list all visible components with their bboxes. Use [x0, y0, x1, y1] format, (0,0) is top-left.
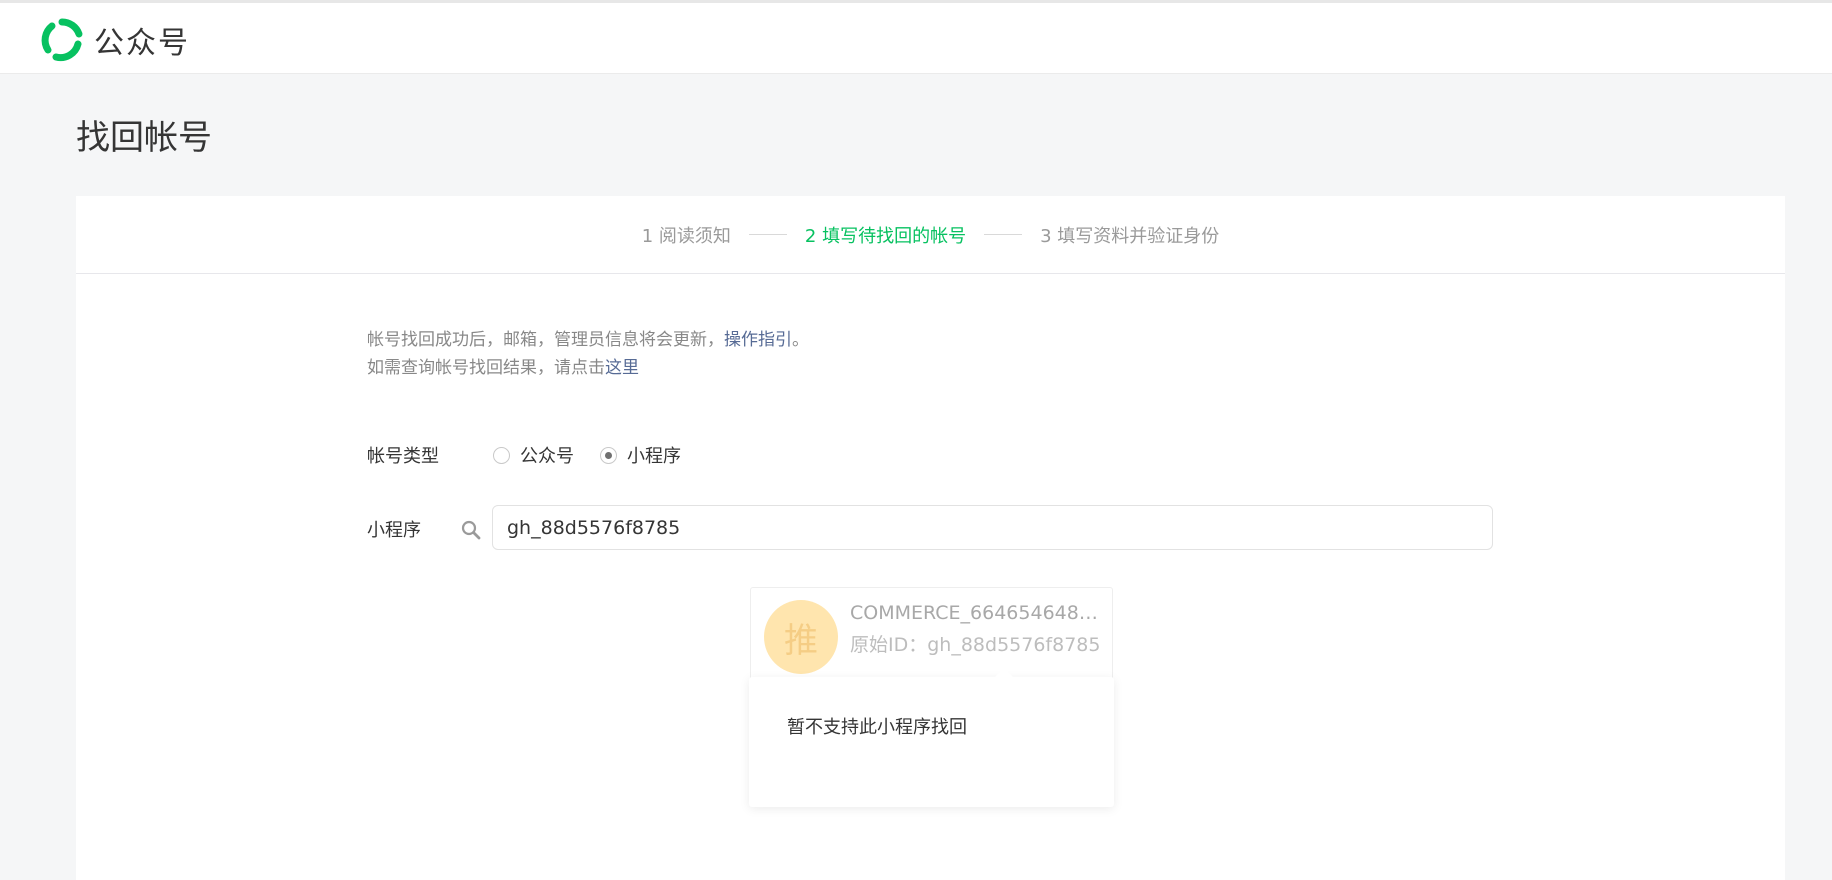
notice-line-2: 如需查询帐号找回结果，请点击这里 — [367, 354, 809, 382]
avatar: 推 — [764, 600, 838, 674]
top-bar: 公众号 — [0, 0, 1832, 74]
wechat-official-account-logo-icon — [41, 18, 83, 62]
notice-line-1: 帐号找回成功后，邮箱，管理员信息将会更新，操作指引。 — [367, 326, 809, 354]
step-divider — [984, 234, 1023, 235]
unsupported-tooltip: 暂不支持此小程序找回 — [749, 668, 1114, 807]
logo[interactable]: 公众号 — [40, 18, 190, 62]
query-result-link[interactable]: 这里 — [605, 358, 639, 378]
step-1: 1 阅读须知 — [641, 225, 731, 247]
radio-mini-program[interactable]: 小程序 — [600, 442, 681, 468]
notice-line-2-text: 如需查询帐号找回结果，请点击 — [367, 358, 605, 378]
page-title: 找回帐号 — [76, 118, 212, 158]
mini-program-search-input[interactable] — [492, 505, 1493, 550]
search-icon[interactable] — [460, 519, 482, 541]
step-indicator: 1 阅读须知 2 填写待找回的帐号 3 填写资料并验证身份 — [76, 196, 1785, 274]
search-result-item[interactable]: 推 COMMERCE_6646546488... 原始ID：gh_88d5576… — [750, 587, 1113, 683]
radio-official-account[interactable]: 公众号 — [493, 442, 574, 468]
step-3: 3 填写资料并验证身份 — [1040, 225, 1220, 247]
logo-text: 公众号 — [94, 26, 190, 61]
tooltip-message: 暂不支持此小程序找回 — [787, 717, 967, 738]
radio-label: 公众号 — [520, 446, 574, 467]
result-original-id: 原始ID：gh_88d5576f8785 — [850, 634, 1101, 656]
account-type-label: 帐号类型 — [367, 446, 439, 467]
step-2: 2 填写待找回的帐号 — [804, 225, 967, 247]
mini-program-label: 小程序 — [367, 520, 421, 541]
account-type-radio-group: 公众号 小程序 — [493, 442, 707, 468]
operation-guide-link[interactable]: 操作指引 — [724, 330, 792, 350]
notice-line-1-text: 帐号找回成功后，邮箱，管理员信息将会更新， — [367, 330, 724, 350]
radio-circle-checked[interactable] — [600, 446, 617, 464]
radio-circle[interactable] — [493, 446, 510, 464]
notice-text: 帐号找回成功后，邮箱，管理员信息将会更新，操作指引。 如需查询帐号找回结果，请点… — [367, 326, 809, 382]
result-name: COMMERCE_6646546488... — [850, 602, 1102, 624]
radio-label: 小程序 — [627, 446, 681, 467]
tooltip-arrow — [995, 668, 1013, 677]
main-card: 1 阅读须知 2 填写待找回的帐号 3 填写资料并验证身份 帐号找回成功后，邮箱… — [76, 196, 1785, 880]
notice-line-1-end: 。 — [792, 330, 809, 350]
step-divider — [748, 234, 787, 235]
